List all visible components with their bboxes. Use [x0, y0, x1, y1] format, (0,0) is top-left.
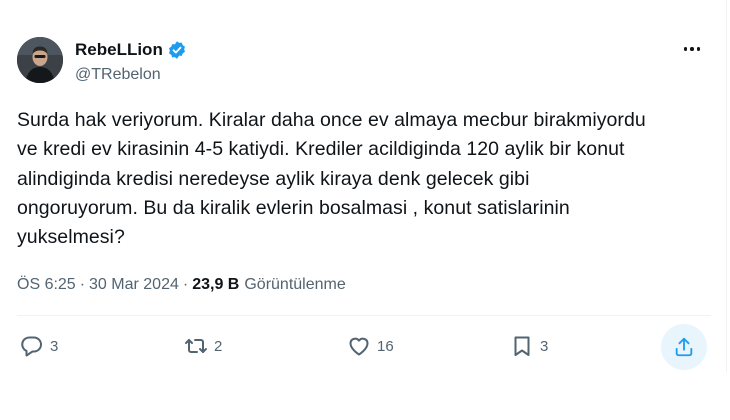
author-handle[interactable]: @TRebelon: [75, 66, 161, 84]
retweet-icon: [185, 339, 207, 353]
avatar[interactable]: [17, 37, 63, 83]
bookmark-icon: [514, 336, 530, 356]
retweet-button[interactable]: 2: [184, 334, 222, 358]
view-count[interactable]: 23,9 B: [192, 276, 239, 294]
dot: [696, 47, 701, 51]
tweet-time[interactable]: ÖS 6:25: [17, 276, 76, 294]
bookmark-button[interactable]: 3: [510, 334, 548, 358]
retweet-count: 2: [214, 337, 223, 355]
like-button[interactable]: 16: [347, 334, 394, 358]
share-icon: [675, 337, 693, 357]
more-options-icon[interactable]: [680, 38, 704, 60]
reply-count: 3: [50, 337, 59, 355]
right-border: [726, 0, 727, 372]
views-label: Görüntülenme: [244, 276, 346, 293]
tweet-text: Surda hak veriyorum. Kiralar daha once e…: [17, 109, 646, 249]
like-count: 16: [377, 337, 394, 355]
bookmark-count: 3: [540, 337, 549, 355]
heart-icon: [349, 337, 369, 356]
meta-separator: ·: [79, 276, 86, 293]
dot: [690, 47, 694, 51]
reply-button[interactable]: 3: [20, 334, 58, 358]
dot: [683, 47, 688, 51]
tweet-meta: ÖS 6:25 · 30 Mar 2024 · 23,9 B Görüntüle…: [17, 276, 346, 294]
display-name[interactable]: RebeLLion: [75, 40, 163, 60]
share-button[interactable]: [661, 324, 707, 370]
reply-icon: [21, 336, 42, 357]
divider: [17, 315, 711, 316]
tweet-date[interactable]: 30 Mar 2024: [89, 276, 179, 294]
verified-badge-icon: [167, 40, 187, 60]
meta-separator: ·: [182, 276, 189, 293]
profile-photo-icon: [17, 37, 63, 83]
author-name-row[interactable]: RebeLLion: [75, 40, 187, 60]
